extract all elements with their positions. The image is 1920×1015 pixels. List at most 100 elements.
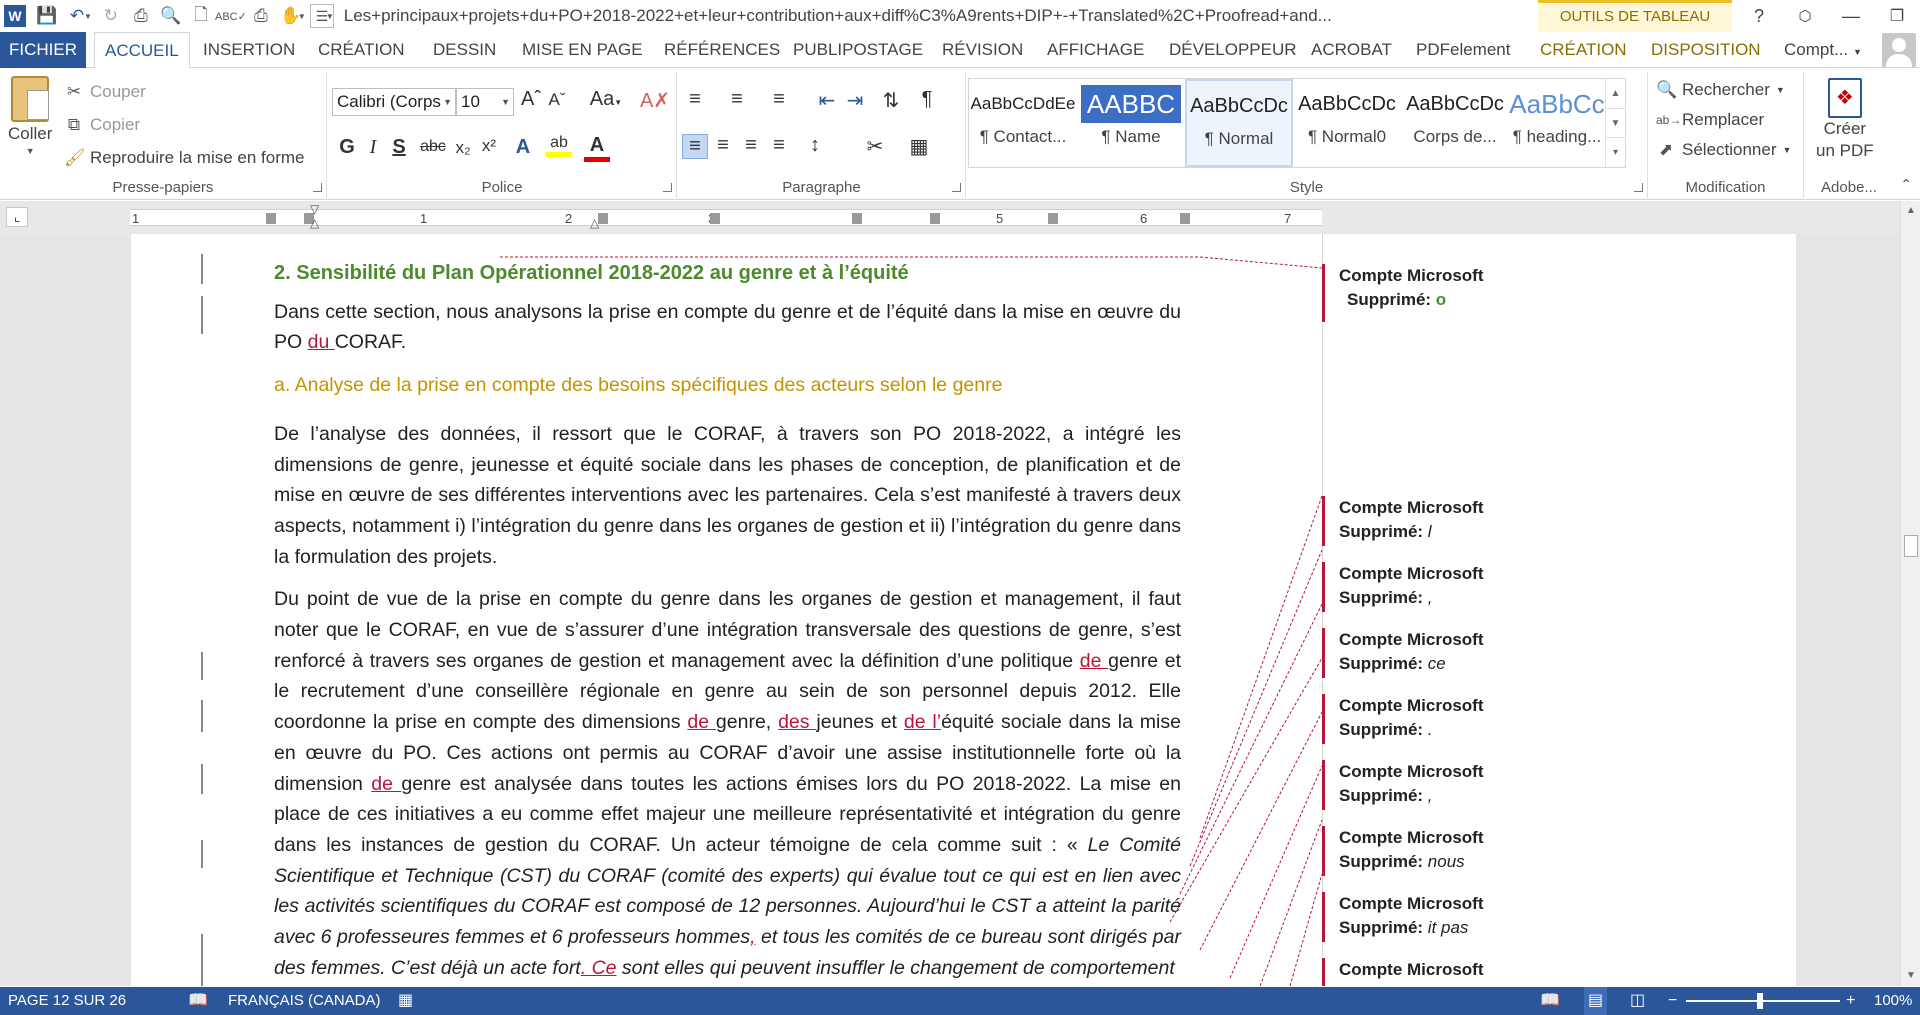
collapse-ribbon-icon[interactable]: ⌃ — [1900, 176, 1912, 193]
tab-layout[interactable]: MISE EN PAGE — [522, 32, 643, 68]
tab-references[interactable]: RÉFÉRENCES — [664, 32, 780, 68]
quick-print-icon[interactable]: ⎙ — [246, 1, 276, 31]
scroll-down-icon[interactable]: ▼ — [1606, 108, 1625, 137]
revision-balloon[interactable]: Compte Microsoft Supprimé: l — [1322, 496, 1582, 546]
page-indicator[interactable]: PAGE 12 SUR 26 — [8, 987, 126, 1015]
hanging-indent-marker[interactable]: △ — [310, 216, 319, 230]
avatar[interactable] — [1882, 33, 1916, 67]
account-menu[interactable]: Compt... ▼ — [1784, 32, 1862, 68]
tab-table-layout[interactable]: DISPOSITION — [1651, 32, 1761, 68]
read-mode-icon[interactable]: 📖 — [1540, 987, 1560, 1015]
find-button[interactable]: 🔍 Rechercher ▼ — [1656, 80, 1785, 100]
save-icon[interactable]: 💾 — [32, 1, 62, 31]
tab-design[interactable]: CRÉATION — [318, 32, 405, 68]
revision-balloon[interactable]: Compte Microsoft — [1322, 958, 1582, 986]
print-icon[interactable]: ⎙ — [126, 1, 156, 31]
language-indicator[interactable]: FRANÇAIS (CANADA) — [228, 987, 381, 1015]
align-right-icon[interactable]: ≡ — [738, 134, 764, 157]
paragraph-launcher-icon[interactable] — [952, 183, 961, 192]
font-size-combo[interactable]: 10 ▼ — [456, 88, 514, 116]
revision-balloon[interactable]: Compte Microsoft Supprimé: , — [1322, 760, 1582, 810]
subscript-icon[interactable]: x₂ — [450, 138, 476, 158]
zoom-out-icon[interactable]: − — [1668, 987, 1677, 1015]
sort-icon[interactable]: ⇅ — [878, 88, 904, 113]
cut-button[interactable]: ✂ Couper — [64, 82, 146, 102]
format-painter-button[interactable]: 🖌 Reproduire la mise en forme — [64, 148, 304, 168]
multilevel-list-icon[interactable]: ≡ — [766, 88, 792, 111]
copy-button[interactable]: ⧉ Copier — [64, 115, 140, 135]
tab-review[interactable]: RÉVISION — [942, 32, 1023, 68]
style-name-item[interactable]: AABBC ¶ Name — [1077, 79, 1185, 167]
horizontal-ruler[interactable]: 1 1 2 3 4 5 6 7 ▽ △ △ — [130, 202, 1322, 230]
print-preview-icon[interactable]: 🔍 — [156, 1, 186, 31]
line-spacing-icon[interactable]: ↕ — [802, 134, 828, 157]
bold-icon[interactable]: G — [334, 136, 360, 159]
justify-icon[interactable]: ≡ — [766, 134, 792, 157]
macro-recording-icon[interactable]: ▦ — [398, 987, 413, 1015]
restore-button[interactable]: ❐ — [1874, 0, 1920, 32]
style-contact[interactable]: AaBbCcDdEe ¶ Contact... — [969, 79, 1077, 167]
undo-dropdown-icon[interactable]: ▼ — [84, 12, 92, 21]
web-layout-icon[interactable]: ◫ — [1630, 987, 1645, 1015]
tab-draw[interactable]: DESSIN — [433, 32, 496, 68]
proofing-icon[interactable]: 📖 — [188, 987, 208, 1015]
change-case-button[interactable]: Aa▼ — [584, 88, 628, 111]
tab-mailings[interactable]: PUBLIPOSTAGE — [793, 32, 923, 68]
select-button[interactable]: ⬈ Sélectionner ▼ — [1656, 140, 1792, 160]
revision-balloon[interactable]: Compte Microsoft Supprimé: it pas — [1322, 892, 1582, 942]
scroll-up-icon[interactable]: ▲ — [1606, 79, 1625, 108]
print-layout-icon[interactable]: ▤ — [1584, 987, 1608, 1015]
ruler-marker[interactable] — [852, 213, 862, 224]
tab-home[interactable]: ACCUEIL — [94, 32, 190, 69]
increase-indent-icon[interactable]: ⇥ — [842, 88, 868, 113]
spelling-icon[interactable]: ABC✓ — [215, 1, 247, 31]
pilcrow-icon[interactable]: ¶ — [914, 88, 940, 111]
first-line-indent-marker[interactable]: ▽ — [310, 202, 319, 216]
styles-launcher-icon[interactable] — [1634, 183, 1643, 192]
zoom-level[interactable]: 100% — [1874, 987, 1912, 1015]
tab-file[interactable]: FICHIER — [0, 32, 86, 68]
style-normal[interactable]: AaBbCcDc ¶ Normal — [1185, 79, 1293, 167]
shading-icon[interactable]: ✂ — [862, 134, 888, 159]
paste-button[interactable]: Coller ▼ — [8, 76, 52, 156]
ruler-marker[interactable] — [1048, 213, 1058, 224]
new-document-icon[interactable]: 🗋 — [186, 1, 216, 31]
style-normal0[interactable]: AaBbCcDc ¶ Normal0 — [1293, 79, 1401, 167]
font-name-combo[interactable]: Calibri (Corps ▼ — [332, 88, 456, 116]
minimize-button[interactable]: — — [1828, 0, 1874, 32]
strikethrough-icon[interactable]: abc — [420, 138, 446, 156]
zoom-slider-thumb[interactable] — [1757, 993, 1763, 1009]
clipboard-launcher-icon[interactable] — [313, 183, 322, 192]
underline-icon[interactable]: S — [386, 136, 412, 159]
italic-icon[interactable]: I — [360, 136, 386, 159]
create-pdf-button[interactable]: ❖ Créer un PDF — [1816, 78, 1874, 162]
customize-qa-icon[interactable]: ▼ — [298, 12, 306, 21]
zoom-slider[interactable] — [1686, 1000, 1840, 1002]
grow-font-icon[interactable]: Aˆ — [518, 88, 544, 111]
redo-icon[interactable]: ↻ — [96, 1, 126, 31]
document-body[interactable]: 2. Sensibilité du Plan Opérationnel 2018… — [274, 258, 1181, 986]
tab-pdfelement[interactable]: PDFelement — [1416, 32, 1510, 68]
vertical-scrollbar[interactable]: ▲ ▼ — [1900, 201, 1920, 986]
ruler-marker[interactable] — [598, 213, 608, 224]
revision-balloon[interactable]: Compte Microsoft Supprimé: . — [1322, 694, 1582, 744]
tab-view[interactable]: AFFICHAGE — [1047, 32, 1144, 68]
highlight-icon[interactable]: ab — [546, 134, 572, 157]
tab-selector-icon[interactable]: ⌞ — [6, 207, 28, 227]
replace-button[interactable]: ab→ Remplacer — [1656, 110, 1764, 130]
revision-balloon[interactable]: Compte Microsoft Supprimé: o — [1322, 264, 1582, 322]
font-color-icon[interactable]: A — [584, 134, 610, 162]
scroll-up-icon[interactable]: ▲ — [1901, 201, 1920, 221]
borders-icon[interactable]: ▦ — [906, 134, 932, 159]
ruler-marker[interactable] — [266, 213, 276, 224]
align-center-icon[interactable]: ≡ — [710, 134, 736, 157]
tab-insert[interactable]: INSERTION — [203, 32, 295, 68]
align-left-icon[interactable]: ≡ — [682, 134, 708, 159]
revision-balloon[interactable]: Compte Microsoft Supprimé: , — [1322, 562, 1582, 612]
ribbon-display-options-icon[interactable]: ⬡ — [1782, 0, 1828, 32]
tab-table-design[interactable]: CRÉATION — [1540, 32, 1627, 68]
decrease-indent-icon[interactable]: ⇤ — [814, 88, 840, 113]
help-button[interactable]: ? — [1736, 0, 1782, 32]
zoom-in-icon[interactable]: + — [1846, 987, 1855, 1015]
styles-gallery-scroll[interactable]: ▲ ▼ ▾ — [1605, 79, 1625, 167]
